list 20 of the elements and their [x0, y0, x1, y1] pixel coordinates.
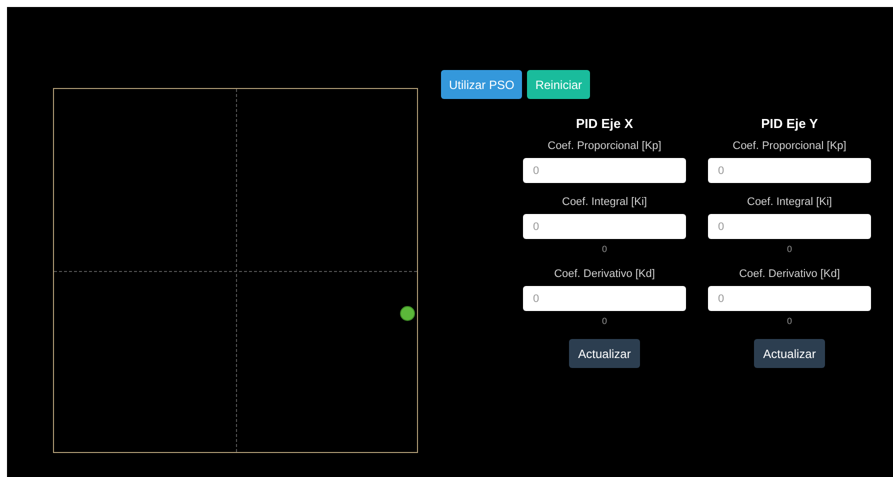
coefficient-field[interactable]: 0 — [523, 214, 686, 239]
update-button[interactable]: Actualizar — [569, 339, 640, 368]
field-label: Coef. Derivativo [Kd] — [554, 267, 655, 281]
value-readout: 0 — [786, 316, 792, 327]
field-label: Coef. Proporcional [Kp] — [548, 139, 662, 153]
controller-title: PID Eje Y — [761, 116, 818, 132]
field-label: Coef. Proporcional [Kp] — [732, 139, 846, 153]
field-label: Coef. Derivativo [Kd] — [739, 267, 840, 281]
value-readout: 0 — [786, 244, 792, 255]
field-label: Coef. Integral [Ki] — [562, 195, 647, 209]
update-button[interactable]: Actualizar — [754, 339, 825, 368]
value-readout: 0 — [602, 316, 607, 327]
controller-title: PID Eje X — [576, 116, 634, 132]
coefficient-field[interactable]: 0 — [523, 158, 686, 183]
coefficient-field[interactable]: 0 — [523, 286, 686, 311]
coefficient-field[interactable]: 0 — [708, 158, 871, 183]
coefficient-field[interactable]: 0 — [708, 214, 871, 239]
field-label: Coef. Integral [Ki] — [747, 195, 832, 209]
value-readout: 0 — [602, 244, 607, 255]
coefficient-field[interactable]: 0 — [708, 286, 871, 311]
